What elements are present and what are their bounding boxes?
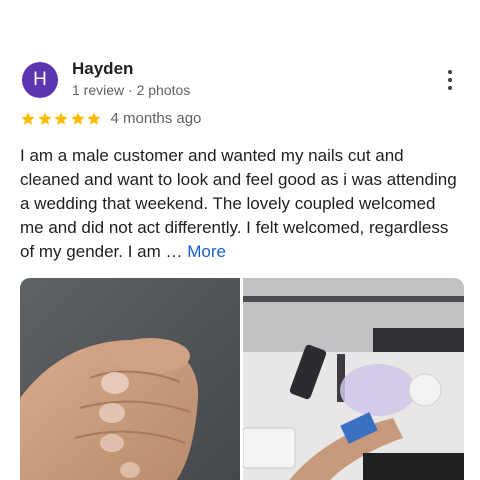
review-text: I am a male customer and wanted my nails… [20,144,460,264]
reviewer-name[interactable]: Hayden [72,59,133,79]
review-date: 4 months ago [110,110,202,127]
star-icon [70,111,86,127]
rating-row: 4 months ago [20,110,201,127]
reviewer-meta: 1 review · 2 photos [72,82,191,98]
more-dot [448,86,452,90]
more-dot [448,70,452,74]
review-photos [20,278,464,480]
hand-nails-image [20,278,240,480]
photo-nail-salon-table[interactable] [243,278,464,480]
more-vert-icon[interactable] [440,68,460,92]
avatar[interactable]: H [22,62,58,98]
more-link[interactable]: More [187,242,226,261]
star-icon [20,111,36,127]
star-icon [86,111,102,127]
star-rating [20,111,103,127]
star-icon [53,111,69,127]
review-card: H Hayden 1 review · 2 photos 4 months ag… [0,0,480,480]
review-body: I am a male customer and wanted my nails… [20,146,457,261]
photo-hand-nails[interactable] [20,278,240,480]
salon-table-image [243,278,464,480]
star-icon [37,111,53,127]
more-dot [448,78,452,82]
